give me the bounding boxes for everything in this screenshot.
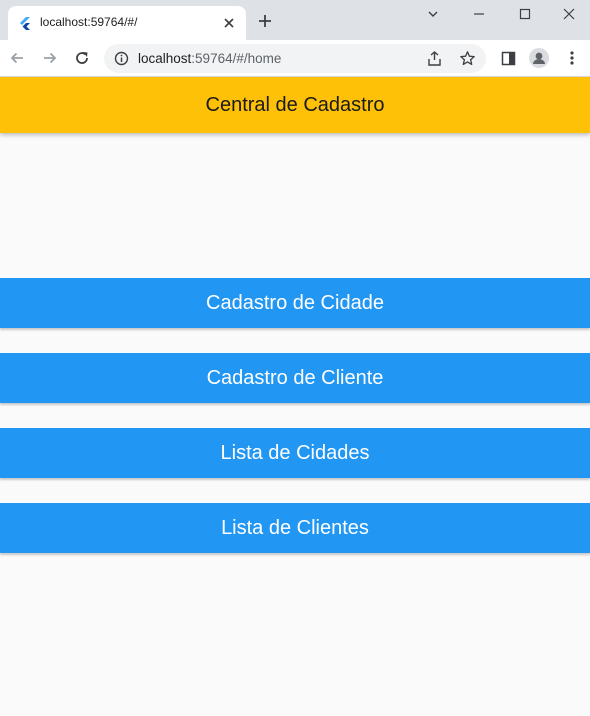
menu-kebab-icon[interactable]	[562, 48, 582, 68]
minimize-icon[interactable]	[456, 0, 502, 28]
address-bar[interactable]: localhost:59764/#/home	[104, 44, 486, 73]
page-title: Central de Cadastro	[205, 93, 385, 116]
share-icon[interactable]	[426, 50, 443, 67]
site-info-icon[interactable]	[114, 51, 129, 66]
close-window-icon[interactable]	[548, 0, 590, 28]
tab-title: localhost:59764/#/	[40, 15, 138, 29]
back-icon[interactable]	[7, 48, 27, 68]
lista-cidades-button[interactable]: Lista de Cidades	[0, 428, 590, 478]
new-tab-icon[interactable]	[256, 12, 274, 30]
url-path: :59764/#/home	[191, 51, 282, 66]
flutter-icon	[20, 17, 30, 30]
url-text[interactable]: localhost:59764/#/home	[138, 51, 281, 66]
cadastro-cidade-button[interactable]: Cadastro de Cidade	[0, 278, 590, 328]
forward-icon[interactable]	[40, 48, 60, 68]
side-panel-icon[interactable]	[498, 48, 518, 68]
profile-avatar-icon[interactable]	[529, 48, 549, 68]
tab-search-icon[interactable]	[410, 0, 456, 28]
app-bar: Central de Cadastro	[0, 77, 590, 133]
lista-clientes-button[interactable]: Lista de Clientes	[0, 503, 590, 553]
maximize-icon[interactable]	[502, 0, 548, 28]
browser-toolbar: localhost:59764/#/home	[0, 40, 590, 77]
close-tab-icon[interactable]	[222, 16, 236, 30]
bookmark-star-icon[interactable]	[459, 50, 476, 67]
url-host: localhost	[138, 51, 192, 66]
browser-tab[interactable]: localhost:59764/#/	[8, 6, 246, 40]
reload-icon[interactable]	[72, 48, 92, 68]
cadastro-cliente-button[interactable]: Cadastro de Cliente	[0, 353, 590, 403]
browser-titlebar: localhost:59764/#/	[0, 0, 590, 40]
